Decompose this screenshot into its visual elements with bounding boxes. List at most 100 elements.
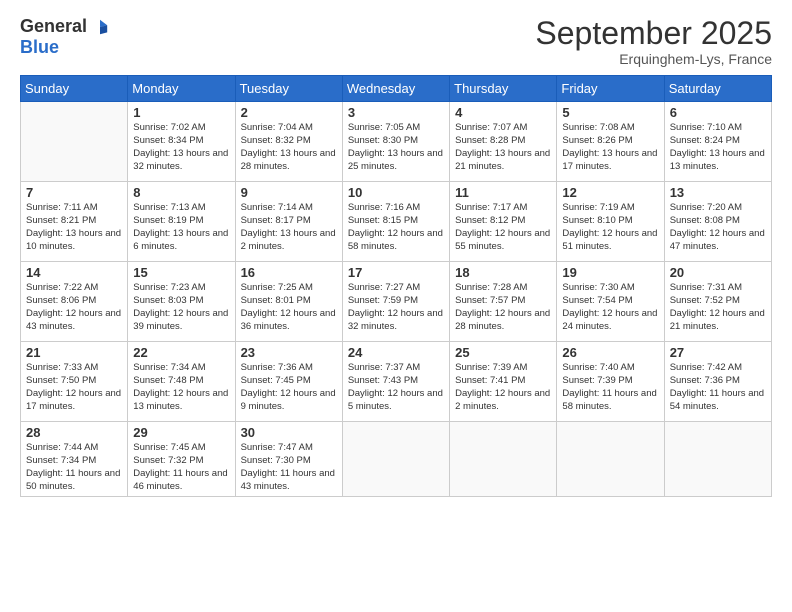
calendar-cell: 7 Sunrise: 7:11 AM Sunset: 8:21 PM Daylig… xyxy=(21,182,128,262)
day-number: 6 xyxy=(670,105,766,120)
day-info: Sunrise: 7:42 AM Sunset: 7:36 PM Dayligh… xyxy=(670,362,766,413)
calendar-cell: 30Sunrise: 7:47 AM Sunset: 7:30 PM Dayli… xyxy=(235,422,342,497)
day-info: Sunrise: 7:16 AM Sunset: 8:15 PM Dayligh… xyxy=(348,202,444,253)
calendar-cell: 15 Sunrise: 7:23 AM Sunset: 8:03 PM Dayli… xyxy=(128,262,235,342)
month-title: September 2025 xyxy=(535,16,772,51)
calendar-cell: 17 Sunrise: 7:27 AM Sunset: 7:59 PM Dayli… xyxy=(342,262,449,342)
calendar-cell: 14Sunrise: 7:22 AM Sunset: 8:06 PM Dayli… xyxy=(21,262,128,342)
calendar-cell: 13 Sunrise: 7:20 AM Sunset: 8:08 PM Dayli… xyxy=(664,182,771,262)
calendar-cell: 20Sunrise: 7:31 AM Sunset: 7:52 PM Dayli… xyxy=(664,262,771,342)
day-number: 2 xyxy=(241,105,337,120)
day-number: 1 xyxy=(133,105,229,120)
day-number: 5 xyxy=(562,105,658,120)
logo-blue: Blue xyxy=(20,37,59,57)
day-info: Sunrise: 7:05 AM Sunset: 8:30 PM Dayligh… xyxy=(348,122,444,173)
calendar-cell: 10 Sunrise: 7:16 AM Sunset: 8:15 PM Dayli… xyxy=(342,182,449,262)
logo-blue-text: Blue xyxy=(20,37,59,58)
calendar-cell: 22 Sunrise: 7:34 AM Sunset: 7:48 PM Dayli… xyxy=(128,342,235,422)
calendar-cell: 29Sunrise: 7:45 AM Sunset: 7:32 PM Dayli… xyxy=(128,422,235,497)
day-number: 22 xyxy=(133,345,229,360)
day-info: Sunrise: 7:23 AM Sunset: 8:03 PM Dayligh… xyxy=(133,282,229,333)
day-info: Sunrise: 7:19 AM Sunset: 8:10 PM Dayligh… xyxy=(562,202,658,253)
calendar-cell xyxy=(450,422,557,497)
day-number: 3 xyxy=(348,105,444,120)
weekday-header: Saturday xyxy=(664,76,771,102)
weekday-header: Sunday xyxy=(21,76,128,102)
day-info: Sunrise: 7:02 AM Sunset: 8:34 PM Dayligh… xyxy=(133,122,229,173)
day-info: Sunrise: 7:27 AM Sunset: 7:59 PM Dayligh… xyxy=(348,282,444,333)
day-number: 7 xyxy=(26,185,122,200)
day-info: Sunrise: 7:04 AM Sunset: 8:32 PM Dayligh… xyxy=(241,122,337,173)
weekday-header: Thursday xyxy=(450,76,557,102)
calendar-cell: 1 Sunrise: 7:02 AM Sunset: 8:34 PM Daylig… xyxy=(128,102,235,182)
calendar-cell: 16 Sunrise: 7:25 AM Sunset: 8:01 PM Dayli… xyxy=(235,262,342,342)
day-info: Sunrise: 7:44 AM Sunset: 7:34 PM Dayligh… xyxy=(26,442,122,493)
day-number: 26 xyxy=(562,345,658,360)
calendar-cell: 23 Sunrise: 7:36 AM Sunset: 7:45 PM Dayli… xyxy=(235,342,342,422)
page: General Blue September 2025 Erquinghem-L… xyxy=(0,0,792,612)
day-info: Sunrise: 7:36 AM Sunset: 7:45 PM Dayligh… xyxy=(241,362,337,413)
calendar-week-row: 1 Sunrise: 7:02 AM Sunset: 8:34 PM Daylig… xyxy=(21,102,772,182)
day-number: 18 xyxy=(455,265,551,280)
calendar-week-row: 28 Sunrise: 7:44 AM Sunset: 7:34 PM Dayli… xyxy=(21,422,772,497)
calendar-cell: 6 Sunrise: 7:10 AM Sunset: 8:24 PM Daylig… xyxy=(664,102,771,182)
day-number: 13 xyxy=(670,185,766,200)
day-info: Sunrise: 7:31 AM Sunset: 7:52 PM Dayligh… xyxy=(670,282,766,333)
weekday-header: Friday xyxy=(557,76,664,102)
day-info: Sunrise: 7:14 AM Sunset: 8:17 PM Dayligh… xyxy=(241,202,337,253)
header: General Blue September 2025 Erquinghem-L… xyxy=(20,16,772,67)
day-info: Sunrise: 7:33 AM Sunset: 7:50 PM Dayligh… xyxy=(26,362,122,413)
calendar-cell: 9 Sunrise: 7:14 AM Sunset: 8:17 PM Daylig… xyxy=(235,182,342,262)
calendar-cell: 21Sunrise: 7:33 AM Sunset: 7:50 PM Dayli… xyxy=(21,342,128,422)
day-number: 11 xyxy=(455,185,551,200)
day-number: 8 xyxy=(133,185,229,200)
calendar-cell: 24 Sunrise: 7:37 AM Sunset: 7:43 PM Dayli… xyxy=(342,342,449,422)
calendar-cell: 26 Sunrise: 7:40 AM Sunset: 7:39 PM Dayli… xyxy=(557,342,664,422)
title-block: September 2025 Erquinghem-Lys, France xyxy=(535,16,772,67)
day-number: 14 xyxy=(26,265,122,280)
day-info: Sunrise: 7:30 AM Sunset: 7:54 PM Dayligh… xyxy=(562,282,658,333)
day-number: 30 xyxy=(241,425,337,440)
day-number: 29 xyxy=(133,425,229,440)
calendar-cell: 5Sunrise: 7:08 AM Sunset: 8:26 PM Daylig… xyxy=(557,102,664,182)
day-number: 4 xyxy=(455,105,551,120)
day-info: Sunrise: 7:37 AM Sunset: 7:43 PM Dayligh… xyxy=(348,362,444,413)
location-title: Erquinghem-Lys, France xyxy=(535,51,772,67)
calendar-week-row: 7 Sunrise: 7:11 AM Sunset: 8:21 PM Daylig… xyxy=(21,182,772,262)
day-info: Sunrise: 7:25 AM Sunset: 8:01 PM Dayligh… xyxy=(241,282,337,333)
day-info: Sunrise: 7:28 AM Sunset: 7:57 PM Dayligh… xyxy=(455,282,551,333)
calendar-week-row: 21Sunrise: 7:33 AM Sunset: 7:50 PM Dayli… xyxy=(21,342,772,422)
day-number: 17 xyxy=(348,265,444,280)
day-number: 19 xyxy=(562,265,658,280)
calendar-cell: 28 Sunrise: 7:44 AM Sunset: 7:34 PM Dayli… xyxy=(21,422,128,497)
day-info: Sunrise: 7:13 AM Sunset: 8:19 PM Dayligh… xyxy=(133,202,229,253)
day-number: 15 xyxy=(133,265,229,280)
day-number: 10 xyxy=(348,185,444,200)
calendar-cell: 12Sunrise: 7:19 AM Sunset: 8:10 PM Dayli… xyxy=(557,182,664,262)
calendar-cell: 11Sunrise: 7:17 AM Sunset: 8:12 PM Dayli… xyxy=(450,182,557,262)
calendar-cell: 25Sunrise: 7:39 AM Sunset: 7:41 PM Dayli… xyxy=(450,342,557,422)
logo-text: General xyxy=(20,16,109,37)
calendar-cell: 19 Sunrise: 7:30 AM Sunset: 7:54 PM Dayli… xyxy=(557,262,664,342)
calendar-cell xyxy=(664,422,771,497)
weekday-header: Monday xyxy=(128,76,235,102)
day-info: Sunrise: 7:20 AM Sunset: 8:08 PM Dayligh… xyxy=(670,202,766,253)
weekday-header: Wednesday xyxy=(342,76,449,102)
day-info: Sunrise: 7:11 AM Sunset: 8:21 PM Dayligh… xyxy=(26,202,122,253)
calendar-cell xyxy=(21,102,128,182)
calendar-table: SundayMondayTuesdayWednesdayThursdayFrid… xyxy=(20,75,772,497)
day-info: Sunrise: 7:34 AM Sunset: 7:48 PM Dayligh… xyxy=(133,362,229,413)
day-number: 16 xyxy=(241,265,337,280)
day-info: Sunrise: 7:10 AM Sunset: 8:24 PM Dayligh… xyxy=(670,122,766,173)
day-number: 28 xyxy=(26,425,122,440)
calendar-cell xyxy=(342,422,449,497)
day-info: Sunrise: 7:40 AM Sunset: 7:39 PM Dayligh… xyxy=(562,362,658,413)
day-number: 24 xyxy=(348,345,444,360)
day-number: 9 xyxy=(241,185,337,200)
calendar-cell xyxy=(557,422,664,497)
logo: General Blue xyxy=(20,16,109,58)
day-number: 23 xyxy=(241,345,337,360)
weekday-header-row: SundayMondayTuesdayWednesdayThursdayFrid… xyxy=(21,76,772,102)
calendar-cell: 3 Sunrise: 7:05 AM Sunset: 8:30 PM Daylig… xyxy=(342,102,449,182)
day-info: Sunrise: 7:07 AM Sunset: 8:28 PM Dayligh… xyxy=(455,122,551,173)
